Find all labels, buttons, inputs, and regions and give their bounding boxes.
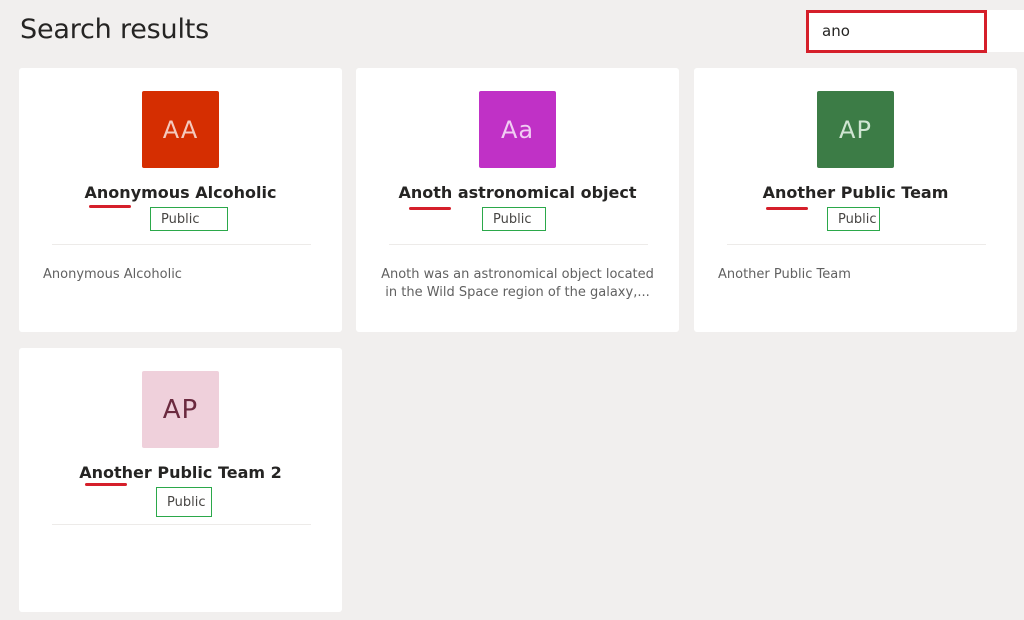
team-card-anonymous-alcoholic[interactable]: AA Anonymous Alcoholic Public Anonymous … xyxy=(19,68,342,332)
match-underline xyxy=(766,207,808,210)
team-avatar[interactable]: AA xyxy=(142,91,219,168)
team-card-anoth-astronomical-object[interactable]: Aa Anoth astronomical object Public Anot… xyxy=(356,68,679,332)
card-divider xyxy=(52,244,311,245)
match-underline xyxy=(85,483,127,486)
team-description: Anoth was an astronomical object located… xyxy=(381,267,654,300)
match-underline xyxy=(409,207,451,210)
team-description: Anonymous Alcoholic xyxy=(43,267,182,282)
team-description: Another Public Team xyxy=(718,267,851,282)
visibility-badge: Public xyxy=(156,487,212,517)
visibility-badge: Public xyxy=(827,207,880,231)
team-name[interactable]: Anonymous Alcoholic xyxy=(19,183,342,202)
visibility-badge: Public xyxy=(482,207,546,231)
team-name[interactable]: Another Public Team xyxy=(694,183,1017,202)
card-divider xyxy=(389,244,648,245)
team-avatar[interactable]: Aa xyxy=(479,91,556,168)
card-divider xyxy=(727,244,986,245)
search-input[interactable] xyxy=(806,10,1002,52)
team-avatar[interactable]: AP xyxy=(817,91,894,168)
match-underline xyxy=(89,205,131,208)
search-box[interactable] xyxy=(806,10,1024,52)
team-name[interactable]: Anoth astronomical object xyxy=(356,183,679,202)
team-card-another-public-team[interactable]: AP Another Public Team Public Another Pu… xyxy=(694,68,1017,332)
team-card-another-public-team-2[interactable]: AP Another Public Team 2 Public xyxy=(19,348,342,612)
team-avatar[interactable]: AP xyxy=(142,371,219,448)
team-name[interactable]: Another Public Team 2 xyxy=(19,463,342,482)
page-title: Search results xyxy=(20,14,209,45)
visibility-badge: Public xyxy=(150,207,228,231)
card-divider xyxy=(52,524,311,525)
